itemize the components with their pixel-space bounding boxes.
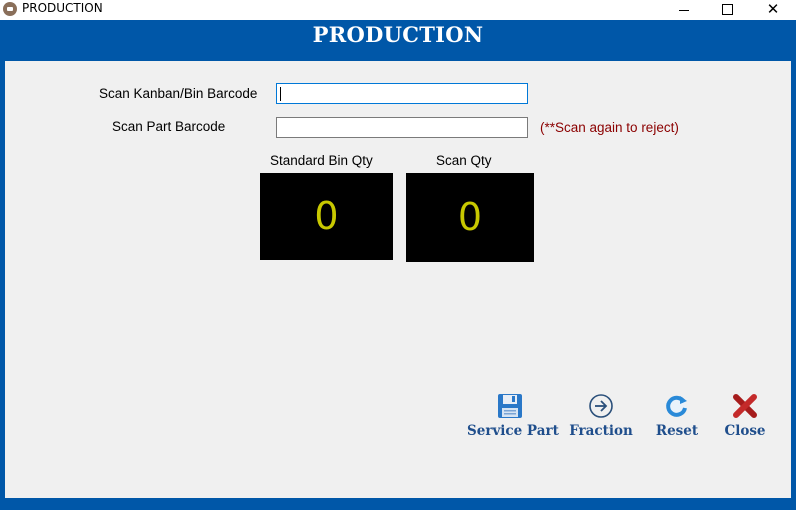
floppy-disk-icon: [498, 394, 522, 418]
maximize-button[interactable]: [706, 0, 748, 19]
minimize-button[interactable]: [663, 0, 705, 19]
arrow-right-circle-icon: [589, 394, 613, 418]
part-barcode-input[interactable]: [276, 117, 528, 138]
page-title: PRODUCTION: [312, 22, 484, 47]
reset-label: Reset: [655, 423, 699, 439]
reject-hint: (**Scan again to reject): [540, 120, 679, 135]
close-button[interactable]: Close: [721, 392, 769, 439]
close-label: Close: [724, 423, 766, 439]
standard-bin-qty-label: Standard Bin Qty: [270, 153, 373, 168]
service-part-button[interactable]: Service Part: [467, 392, 559, 439]
refresh-icon: [666, 395, 687, 417]
red-x-icon: [733, 394, 757, 418]
fraction-label: Fraction: [569, 423, 633, 439]
part-barcode-label: Scan Part Barcode: [112, 119, 226, 134]
content-panel: Scan Kanban/Bin Barcode Scan Part Barcod…: [5, 61, 791, 498]
app-icon: [3, 2, 17, 16]
close-window-button[interactable]: ✕: [752, 0, 794, 19]
production-window: PRODUCTION ✕ PRODUCTION Scan Kanban/Bin …: [0, 0, 796, 510]
kanban-barcode-input[interactable]: [276, 83, 528, 104]
service-part-label: Service Part: [467, 423, 559, 439]
scan-qty-display: 0: [406, 173, 534, 262]
reset-button[interactable]: Reset: [653, 392, 701, 439]
standard-bin-qty-display: 0: [260, 173, 393, 260]
window-title: PRODUCTION: [22, 1, 103, 15]
fraction-button[interactable]: Fraction: [569, 392, 633, 439]
close-icon: ✕: [766, 0, 780, 18]
title-bar: PRODUCTION ✕: [0, 0, 796, 19]
minimize-icon: [679, 10, 689, 11]
scan-qty-label: Scan Qty: [436, 153, 492, 168]
maximize-icon: [722, 4, 733, 15]
kanban-barcode-label: Scan Kanban/Bin Barcode: [99, 86, 258, 101]
text-caret: [280, 87, 281, 101]
